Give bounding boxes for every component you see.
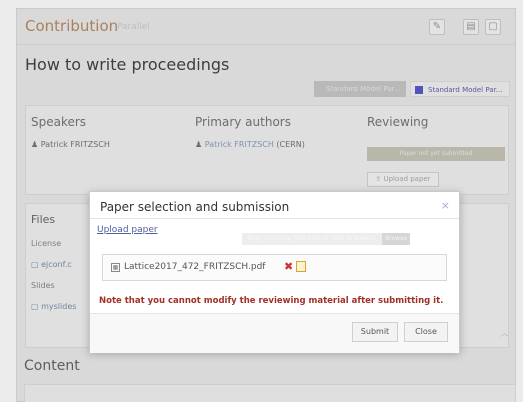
pdf-icon: ▦	[111, 263, 120, 272]
dialog-close-icon[interactable]: ×	[441, 199, 450, 212]
edit-note-icon[interactable]	[296, 261, 306, 272]
dialog-title: Paper selection and submission	[100, 200, 290, 214]
drop-zone-text: Drag and drop files here or click to bro…	[248, 235, 376, 242]
uploaded-file-name[interactable]: Lattice2017_472_FRITZSCH.pdf	[124, 262, 265, 272]
drop-zone-hint[interactable]: Drag and drop files here or click to bro…	[242, 233, 410, 245]
browse-button[interactable]: Browse	[382, 233, 410, 245]
submission-warning: Note that you cannot modify the reviewin…	[99, 296, 444, 306]
remove-x-icon[interactable]: ✖	[284, 260, 293, 273]
close-button[interactable]: Close	[404, 322, 448, 342]
upload-paper-link[interactable]: Upload paper	[97, 225, 158, 235]
paper-submission-dialog: Paper selection and submission × Upload …	[89, 191, 460, 353]
uploaded-file-row: ▦ Lattice2017_472_FRITZSCH.pdf ✖	[102, 254, 447, 281]
dialog-divider	[90, 218, 459, 219]
submit-button[interactable]: Submit	[352, 322, 398, 342]
